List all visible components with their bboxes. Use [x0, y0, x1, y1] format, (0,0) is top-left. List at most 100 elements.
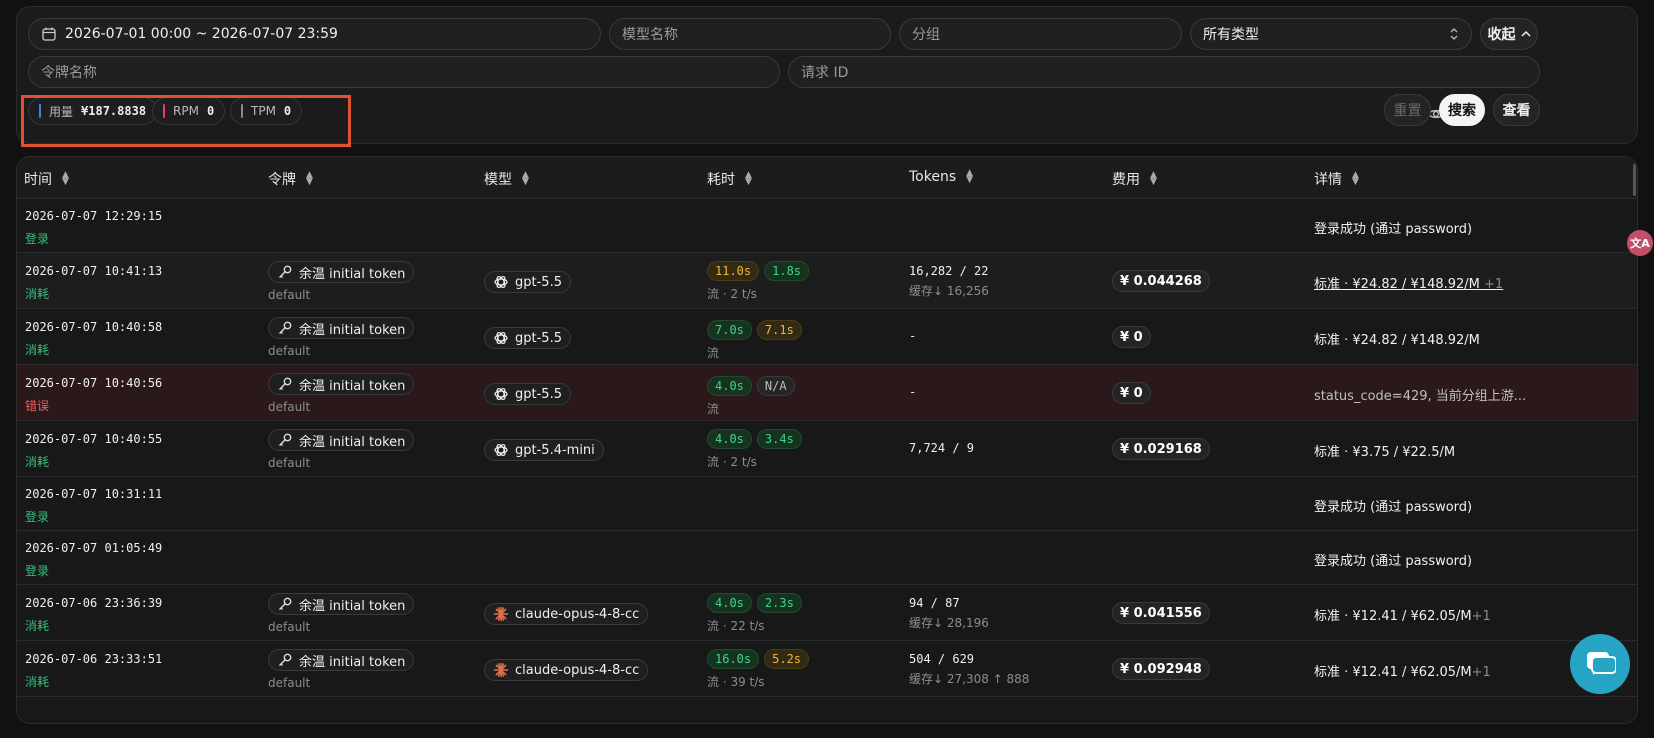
model-chip[interactable]: gpt-5.5 — [484, 327, 571, 349]
row-detail: 标准 · ¥3.75 / ¥22.5/M — [1314, 445, 1456, 460]
token-chip[interactable]: 余温 initial token — [268, 261, 415, 283]
row-type-tag: 消耗 — [25, 619, 50, 633]
model-name: gpt-5.4-mini — [515, 442, 595, 458]
search-label: 搜索 — [1448, 103, 1476, 119]
row-detail: status_code=429, 当前分组上游... — [1314, 389, 1527, 404]
stream-info: 流 — [707, 346, 720, 360]
key-icon — [277, 264, 293, 280]
cost-badge: ¥ 0 — [1112, 382, 1151, 404]
token-group: default — [268, 620, 311, 634]
column-header-duration[interactable]: 耗时 ▲ ▼ — [707, 169, 752, 189]
translate-icon[interactable]: 文A — [1627, 230, 1653, 256]
token-group: default — [268, 288, 311, 302]
detail-plus: +1 — [1471, 665, 1491, 680]
column-header-model[interactable]: 模型 ▲ ▼ — [484, 169, 529, 189]
group-input[interactable]: 分组 — [899, 18, 1182, 50]
row-type-tag: 消耗 — [25, 455, 50, 469]
cost-badge: ¥ 0 — [1112, 326, 1151, 348]
row-time: 2026-07-06 23:33:51 — [25, 652, 163, 666]
model-name: gpt-5.5 — [515, 330, 562, 346]
cache-info: 缓存↓ 28,196 — [909, 616, 989, 630]
row-time: 2026-07-07 10:40:56 — [25, 376, 163, 390]
column-header-token[interactable]: 令牌 ▲ ▼ — [268, 169, 313, 189]
row-time: 2026-07-07 10:40:58 — [25, 320, 163, 334]
model-chip[interactable]: claude-opus-4-8-cc — [484, 603, 649, 625]
model-chip[interactable]: gpt-5.5 — [484, 383, 571, 405]
stream-info: 流 · 39 t/s — [707, 675, 765, 689]
model-chip[interactable]: gpt-5.4-mini — [484, 439, 604, 461]
model-chip[interactable]: gpt-5.5 — [484, 271, 571, 293]
select-chevrons-icon — [1449, 27, 1459, 41]
token-name: 余温 initial token — [299, 378, 406, 394]
sort-icon: ▲ ▼ — [745, 170, 752, 187]
model-name-input[interactable]: 模型名称 — [609, 18, 891, 50]
model-name: claude-opus-4-8-cc — [515, 662, 640, 678]
sort-icon: ▲ ▼ — [966, 168, 974, 185]
row-type-tag: 登录 — [25, 564, 50, 578]
row-type-tag: 消耗 — [25, 343, 50, 357]
chat-bubble-icon — [1584, 649, 1616, 679]
detail-plus: +1 — [1484, 277, 1504, 292]
sort-icon: ▲ ▼ — [306, 170, 313, 187]
first-token-duration: 7.0s — [707, 320, 752, 340]
search-button[interactable]: 搜索 — [1439, 94, 1485, 126]
table-scrollbar[interactable] — [1633, 164, 1636, 196]
token-name-input[interactable]: 令牌名称 — [28, 56, 780, 88]
row-type-tag: 消耗 — [25, 287, 50, 301]
stats-highlight-box — [21, 95, 351, 147]
token-chip[interactable]: 余温 initial token — [268, 373, 415, 395]
key-icon — [277, 432, 293, 448]
date-range-value: 2026-07-01 00:00 ~ 2026-07-07 23:59 — [65, 26, 338, 42]
cost-badge: ¥ 0.029168 — [1112, 438, 1210, 460]
view-button[interactable]: 查看 — [1493, 94, 1540, 126]
column-header-tokens[interactable]: Tokens ▲ ▼ — [909, 168, 974, 186]
row-detail[interactable]: 标准 · ¥12.41 / ¥62.05/M+1 — [1314, 661, 1491, 680]
table-row[interactable]: 2026-07-07 10:41:13 消耗 余温 initial token … — [17, 253, 1637, 309]
row-detail[interactable]: 标准 · ¥24.82 / ¥148.92/M +1 — [1314, 273, 1503, 292]
request-id-input[interactable]: 请求 ID — [788, 56, 1540, 88]
row-time: 2026-07-07 01:05:49 — [25, 541, 163, 555]
token-chip[interactable]: 余温 initial token — [268, 429, 415, 451]
column-header-time[interactable]: 时间 ▲ ▼ — [24, 169, 69, 189]
model-chip[interactable]: claude-opus-4-8-cc — [484, 659, 649, 681]
stream-info: 流 — [707, 402, 720, 416]
table-row[interactable]: 2026-07-07 10:40:55 消耗 余温 initial token … — [17, 421, 1637, 477]
column-header-detail[interactable]: 详情 ▲ ▼ — [1314, 169, 1359, 189]
collapse-label: 收起 — [1487, 27, 1516, 43]
key-icon — [277, 596, 293, 612]
first-token-duration: 11.0s — [707, 261, 760, 281]
token-name: 余温 initial token — [299, 654, 406, 670]
model-name: gpt-5.5 — [515, 274, 562, 290]
token-count: 7,724 / 9 — [909, 441, 975, 455]
openai-icon — [493, 442, 509, 458]
translate-label: 文A — [1630, 237, 1650, 250]
table-row[interactable]: 2026-07-07 10:31:11 登录 登录成功 (通过 password… — [17, 477, 1637, 531]
token-chip[interactable]: 余温 initial token — [268, 593, 415, 615]
table-row[interactable]: 2026-07-06 23:33:51 消耗 余温 initial token … — [17, 641, 1637, 697]
token-group: default — [268, 400, 311, 414]
first-token-duration: 4.0s — [707, 376, 752, 396]
cache-info: 缓存↓ 27,308 ↑ 888 — [909, 672, 1030, 686]
table-row[interactable]: 2026-07-07 10:40:56 错误 余温 initial token … — [17, 365, 1637, 421]
table-row[interactable]: 2026-07-07 01:05:49 登录 登录成功 (通过 password… — [17, 531, 1637, 585]
claude-icon — [493, 606, 509, 622]
chat-button[interactable] — [1570, 634, 1630, 694]
type-select[interactable]: 所有类型 — [1190, 18, 1472, 50]
row-type-tag: 消耗 — [25, 675, 50, 689]
row-time: 2026-07-07 12:29:15 — [25, 209, 163, 223]
reset-button[interactable]: 重置 — [1384, 94, 1431, 126]
token-count: 16,282 / 22 — [909, 264, 989, 278]
row-type-tag: 登录 — [25, 510, 50, 524]
table-row[interactable]: 2026-07-07 12:29:15 登录 登录成功 (通过 password… — [17, 199, 1637, 253]
token-chip[interactable]: 余温 initial token — [268, 649, 415, 671]
model-name-placeholder: 模型名称 — [622, 27, 678, 43]
row-detail[interactable]: 标准 · ¥12.41 / ¥62.05/M+1 — [1314, 605, 1491, 624]
collapse-button[interactable]: 收起 — [1480, 18, 1538, 50]
table-row[interactable]: 2026-07-07 10:40:58 消耗 余温 initial token … — [17, 309, 1637, 365]
column-header-cost[interactable]: 费用 ▲ ▼ — [1112, 169, 1157, 189]
token-chip[interactable]: 余温 initial token — [268, 317, 415, 339]
date-range-picker[interactable]: 2026-07-01 00:00 ~ 2026-07-07 23:59 — [28, 18, 601, 50]
table-row[interactable]: 2026-07-06 23:36:39 消耗 余温 initial token … — [17, 585, 1637, 641]
token-group: default — [268, 344, 311, 358]
stream-info: 流 · 2 t/s — [707, 455, 757, 469]
